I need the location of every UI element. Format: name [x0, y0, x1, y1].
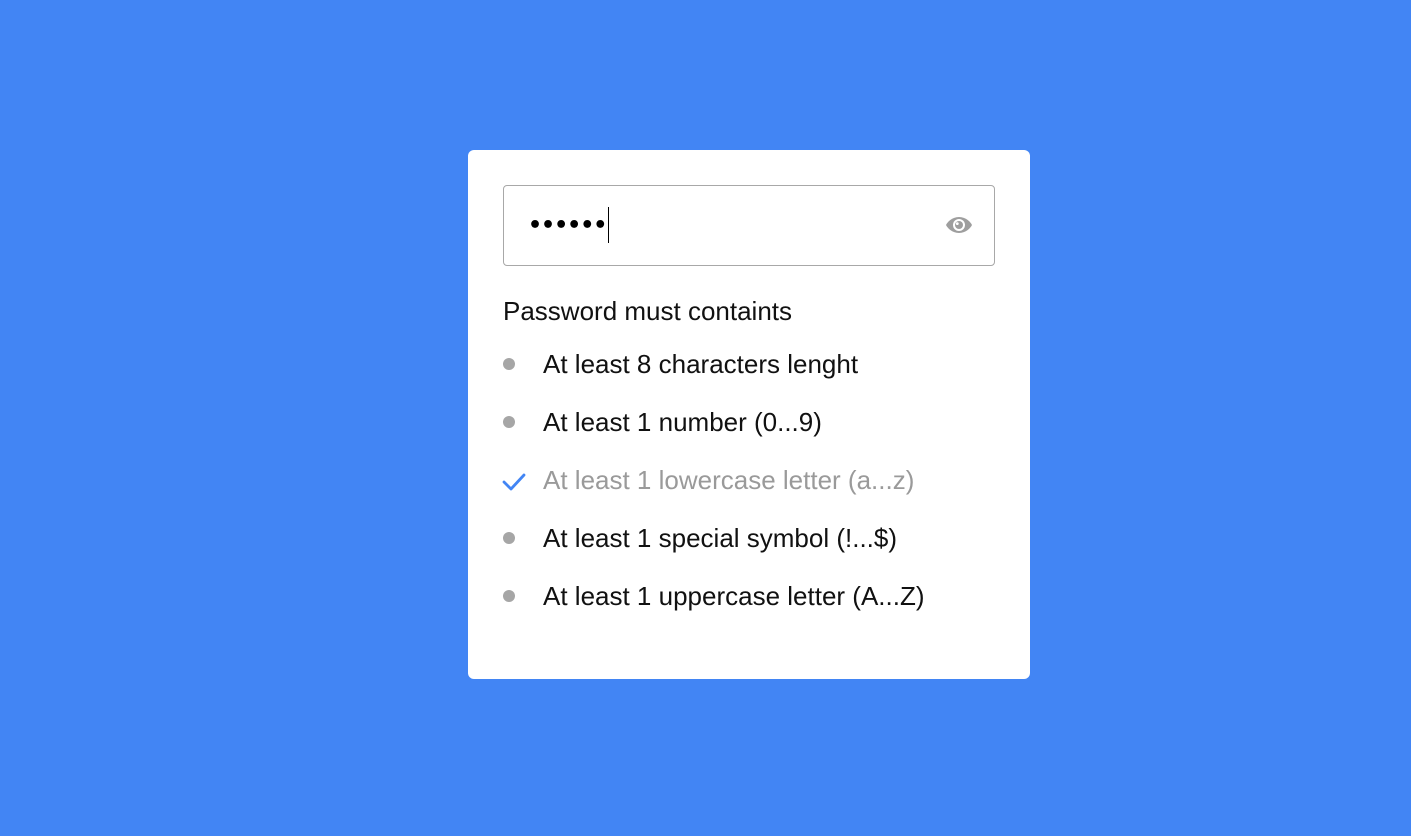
requirement-lowercase: At least 1 lowercase letter (a...z) — [501, 463, 995, 521]
bullet-icon — [503, 590, 515, 602]
password-card: •••••• Password must containts At least … — [468, 150, 1030, 679]
password-masked-text: •••••• — [528, 213, 607, 238]
bullet-icon — [503, 532, 515, 544]
requirement-label: At least 1 lowercase letter (a...z) — [543, 465, 915, 495]
text-caret — [608, 207, 610, 243]
requirement-label: At least 1 special symbol (!...$) — [543, 523, 898, 553]
bullet-icon — [503, 358, 515, 370]
requirement-special-symbol: At least 1 special symbol (!...$) — [503, 521, 995, 579]
requirement-label: At least 1 number (0...9) — [543, 407, 822, 437]
password-input[interactable]: •••••• — [503, 185, 995, 266]
bullet-icon — [503, 416, 515, 428]
password-value[interactable]: •••••• — [528, 186, 610, 265]
requirement-label: At least 1 uppercase letter (A...Z) — [543, 581, 925, 611]
check-icon — [501, 468, 527, 492]
eye-icon[interactable] — [945, 213, 973, 237]
requirement-uppercase: At least 1 uppercase letter (A...Z) — [503, 579, 995, 637]
requirements-heading: Password must containts — [503, 296, 793, 326]
requirements-list: At least 8 characters lenght At least 1 … — [501, 347, 995, 637]
requirement-number: At least 1 number (0...9) — [503, 405, 995, 463]
requirement-min-length: At least 8 characters lenght — [503, 347, 995, 405]
requirement-label: At least 8 characters lenght — [543, 349, 859, 379]
